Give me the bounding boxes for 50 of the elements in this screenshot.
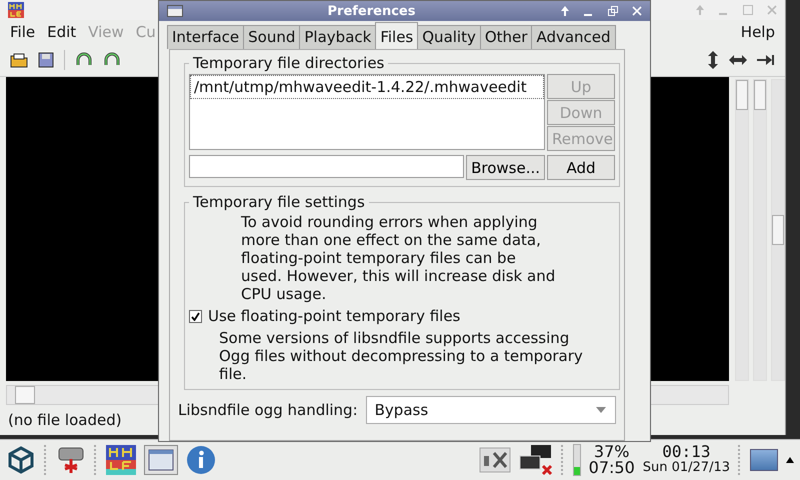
battery-icon — [572, 444, 581, 476]
field-label: Libsndfile ogg handling: — [178, 401, 358, 419]
browse-button[interactable]: Browse... — [466, 155, 545, 180]
tools-icon[interactable] — [478, 447, 511, 474]
window-title: Preferences — [326, 4, 416, 18]
description-text: To avoid rounding errors when applying more than one effect on the same data, floating-point temporary files can be used. However, this will increase disk and CPU usage. — [241, 213, 556, 303]
status-text: (no file loaded) — [7, 410, 123, 431]
app-logo-icon[interactable] — [106, 445, 136, 476]
tab[interactable]: Other — [480, 25, 532, 49]
tab[interactable]: Playback — [299, 25, 376, 49]
slider-thumb[interactable] — [754, 80, 766, 110]
slider-thumb[interactable] — [772, 215, 784, 245]
package-icon[interactable] — [56, 445, 86, 476]
up-arrow-icon[interactable] — [786, 457, 794, 464]
path-input[interactable] — [189, 155, 464, 178]
cube-icon[interactable] — [6, 445, 36, 476]
menu-item[interactable]: File — [6, 23, 40, 41]
battery-percent: 37% — [594, 444, 630, 460]
clock-date: Sun 01/27/13 — [642, 460, 730, 476]
group-title: Temporary file settings — [192, 193, 366, 211]
list-item[interactable]: /mnt/utmp/mhwaveedit-1.4.22/.mhwaveedit — [190, 75, 544, 99]
checkbox[interactable] — [189, 310, 202, 322]
battery-time: 07:50 — [588, 460, 635, 476]
vertical-arrows-icon[interactable] — [707, 51, 719, 69]
window-icon — [148, 449, 174, 472]
arrow-to-end-icon[interactable] — [757, 54, 775, 66]
menu-item[interactable]: Help — [736, 23, 779, 41]
horizontal-arrows-icon[interactable] — [729, 54, 747, 66]
info-icon[interactable] — [186, 445, 216, 476]
folder-icon[interactable] — [10, 52, 28, 68]
menu-item[interactable]: Edit — [43, 23, 80, 41]
network-disconnected-icon[interactable] — [518, 444, 553, 476]
clock-time: 00:13 — [662, 444, 710, 460]
ogg-handling-dropdown[interactable]: Bypass — [366, 396, 616, 424]
tab[interactable]: Advanced — [531, 25, 616, 49]
note-text: Some versions of libsndfile supports accessing Ogg files without decompressing to a temporary file. — [219, 329, 584, 383]
restore-icon[interactable] — [608, 6, 618, 16]
slider-thumb[interactable] — [736, 80, 748, 110]
add-button[interactable]: Add — [547, 155, 615, 180]
group-title: Temporary file directories — [192, 54, 386, 72]
show-desktop-button[interactable] — [750, 449, 778, 472]
tab[interactable]: Quality — [417, 25, 481, 49]
window-menu-icon[interactable] — [167, 5, 183, 17]
tab[interactable]: Sound — [243, 25, 300, 49]
window-up-icon[interactable] — [560, 6, 570, 16]
save-icon[interactable] — [38, 52, 54, 68]
tab[interactable]: Interface — [167, 25, 244, 49]
checkbox-label[interactable]: Use floating-point temporary files — [208, 307, 460, 325]
window-button[interactable] — [144, 445, 178, 476]
app-logo-icon — [8, 2, 24, 18]
